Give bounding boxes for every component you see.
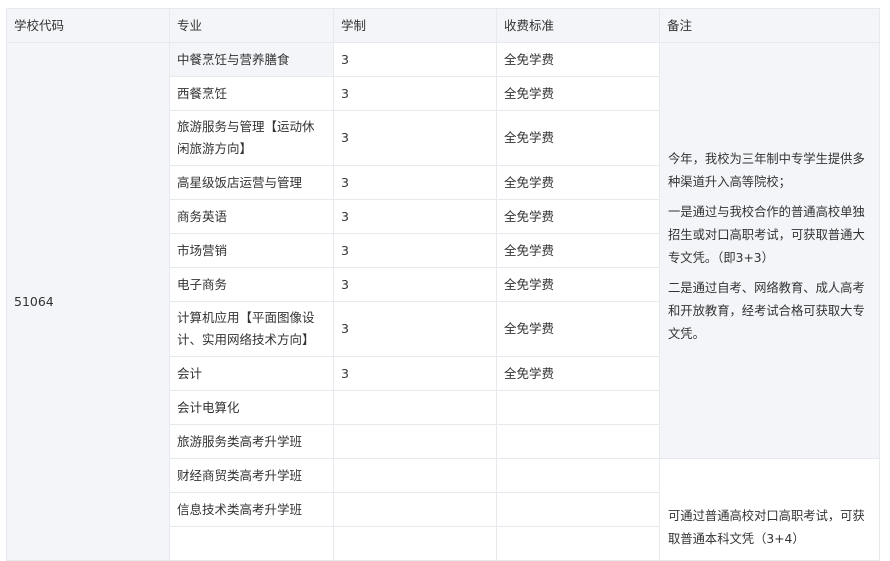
major-cell: 西餐烹饪 <box>169 76 334 111</box>
duration-cell: 3 <box>333 42 497 77</box>
major-cell: 电子商务 <box>169 267 334 302</box>
header-duration: 学制 <box>333 8 497 43</box>
note-cell-college-entrance: 可通过普通高校对口高职考试，可获取普通本科文凭（3+4） <box>659 458 880 561</box>
major-cell: 中餐烹饪与营养膳食 <box>169 42 334 77</box>
fee-cell <box>496 492 660 527</box>
major-cell: 计算机应用【平面图像设计、实用网络技术方向】 <box>169 301 334 357</box>
fee-cell <box>496 526 660 561</box>
major-cell: 会计 <box>169 356 334 391</box>
duration-cell <box>333 390 497 425</box>
major-cell: 会计电算化 <box>169 390 334 425</box>
fee-cell <box>496 390 660 425</box>
fee-cell: 全免学费 <box>496 165 660 200</box>
table-row: 51064 中餐烹饪与营养膳食 3 全免学费 今年，我校为三年制中专学生提供多种… <box>6 42 880 561</box>
note-paragraph: 今年，我校为三年制中专学生提供多种渠道升入高等院校； <box>668 152 865 189</box>
header-fee: 收费标准 <box>496 8 660 43</box>
table-header-row: 学校代码 专业 学制 收费标准 备注 <box>6 8 880 43</box>
school-code-cell: 51064 <box>6 42 170 561</box>
duration-cell <box>333 492 497 527</box>
duration-cell: 3 <box>333 199 497 234</box>
duration-cell: 3 <box>333 356 497 391</box>
fee-cell: 全免学费 <box>496 301 660 357</box>
duration-cell: 3 <box>333 267 497 302</box>
major-cell: 旅游服务类高考升学班 <box>169 424 334 459</box>
duration-cell <box>333 424 497 459</box>
note-cell-three-year: 今年，我校为三年制中专学生提供多种渠道升入高等院校； 一是通过与我校合作的普通高… <box>659 42 880 459</box>
duration-cell: 3 <box>333 76 497 111</box>
major-cell: 市场营销 <box>169 233 334 268</box>
header-note: 备注 <box>659 8 880 43</box>
fee-cell: 全免学费 <box>496 267 660 302</box>
fee-cell <box>496 424 660 459</box>
fee-cell: 全免学费 <box>496 233 660 268</box>
major-cell <box>169 526 334 561</box>
duration-cell: 3 <box>333 165 497 200</box>
note-paragraph: 二是通过自考、网络教育、成人高考和开放教育，经考试合格可获取大专文凭。 <box>668 281 865 341</box>
duration-cell: 3 <box>333 233 497 268</box>
fee-cell: 全免学费 <box>496 356 660 391</box>
note-paragraph: 可通过普通高校对口高职考试，可获取普通本科文凭（3+4） <box>668 509 865 546</box>
fee-cell: 全免学费 <box>496 199 660 234</box>
header-major: 专业 <box>169 8 334 43</box>
major-cell: 商务英语 <box>169 199 334 234</box>
header-school-code: 学校代码 <box>6 8 170 43</box>
duration-cell <box>333 526 497 561</box>
duration-cell <box>333 458 497 493</box>
duration-cell: 3 <box>333 110 497 166</box>
fee-cell: 全免学费 <box>496 110 660 166</box>
fee-cell: 全免学费 <box>496 42 660 77</box>
fee-cell <box>496 458 660 493</box>
major-cell: 信息技术类高考升学班 <box>169 492 334 527</box>
note-paragraph: 一是通过与我校合作的普通高校单独招生或对口高职考试，可获取普通大专文凭。（即3+… <box>668 205 865 265</box>
duration-cell: 3 <box>333 301 497 357</box>
major-cell: 财经商贸类高考升学班 <box>169 458 334 493</box>
major-cell: 旅游服务与管理【运动休闲旅游方向】 <box>169 110 334 166</box>
major-cell: 高星级饭店运营与管理 <box>169 165 334 200</box>
admissions-table: 学校代码 专业 学制 收费标准 备注 51064 中餐烹饪与营养膳食 3 全免学… <box>6 8 880 561</box>
fee-cell: 全免学费 <box>496 76 660 111</box>
